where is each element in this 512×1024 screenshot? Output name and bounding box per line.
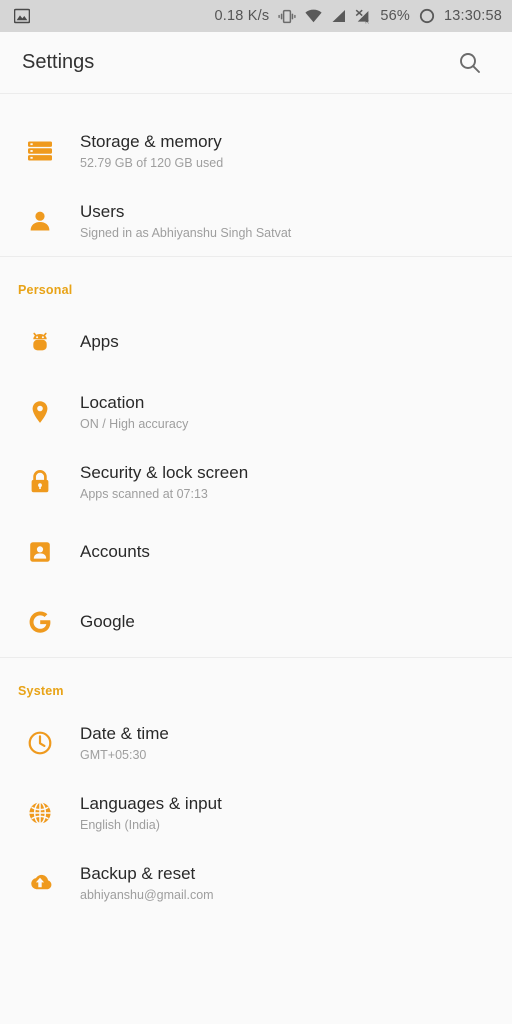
signal-bars-icon xyxy=(331,9,346,23)
settings-screen: 0.18 K/s R 56% 13:30:58 Settings Storage… xyxy=(0,0,512,1024)
signal-no-service-roaming-icon: R xyxy=(355,9,371,24)
android-apps-icon xyxy=(0,327,80,357)
list-item-subtitle: GMT+05:30 xyxy=(80,747,147,762)
list-item-date-time[interactable]: Date & time GMT+05:30 xyxy=(0,708,512,778)
vibrate-icon xyxy=(278,9,296,24)
list-item-text: Location ON / High accuracy xyxy=(80,392,188,432)
svg-text:R: R xyxy=(366,19,370,24)
location-pin-icon xyxy=(0,397,80,427)
settings-section: Storage & memory 52.79 GB of 120 GB used… xyxy=(0,94,512,256)
list-item-users[interactable]: Users Signed in as Abhiyanshu Singh Satv… xyxy=(0,186,512,256)
list-item-text: Users Signed in as Abhiyanshu Singh Satv… xyxy=(80,201,291,241)
list-item-text: Storage & memory 52.79 GB of 120 GB used xyxy=(80,131,223,171)
list-item-subtitle: abhiyanshu@gmail.com xyxy=(80,887,214,902)
list-item-title: Apps xyxy=(80,332,119,352)
list-item-title: Languages & input xyxy=(80,794,222,814)
list-item-title: Google xyxy=(80,612,135,632)
search-icon xyxy=(457,50,483,76)
cloud-upload-icon xyxy=(0,868,80,898)
list-item-accounts[interactable]: Accounts xyxy=(0,517,512,587)
google-g-icon xyxy=(0,607,80,637)
battery-circle-icon xyxy=(419,8,435,24)
list-item-title: Date & time xyxy=(80,724,169,744)
list-item-backup-reset[interactable]: Backup & reset abhiyanshu@gmail.com xyxy=(0,848,512,918)
accounts-icon xyxy=(0,537,80,567)
search-button[interactable] xyxy=(448,41,492,85)
app-bar: Settings xyxy=(0,32,512,94)
list-item-languages-input[interactable]: Languages & input English (India) xyxy=(0,778,512,848)
list-item-subtitle: Apps scanned at 07:13 xyxy=(80,486,208,501)
list-item-text: Languages & input English (India) xyxy=(80,793,222,833)
list-item-text: Apps xyxy=(80,331,119,352)
list-item-security-lock-screen[interactable]: Security & lock screen Apps scanned at 0… xyxy=(0,447,512,517)
status-bar-icons: 0.18 K/s R 56% 13:30:58 xyxy=(215,8,502,24)
network-speed: 0.18 K/s xyxy=(214,8,270,24)
list-item-text: Backup & reset abhiyanshu@gmail.com xyxy=(80,863,214,903)
page-title: Settings xyxy=(22,51,95,73)
list-item-subtitle: English (India) xyxy=(80,817,160,832)
list-item-location[interactable]: Location ON / High accuracy xyxy=(0,377,512,447)
clock-icon xyxy=(0,728,80,758)
list-item-title: Backup & reset xyxy=(80,864,196,884)
settings-section-system: System Date & time GMT+05:30 Languages &… xyxy=(0,658,512,918)
app-bar-actions xyxy=(448,41,492,85)
list-item-title: Location xyxy=(80,393,145,413)
list-item-title: Users xyxy=(80,202,125,222)
list-item-subtitle: Signed in as Abhiyanshu Singh Satvat xyxy=(80,225,292,240)
list-item-text: Security & lock screen Apps scanned at 0… xyxy=(80,462,248,502)
list-item-title: Security & lock screen xyxy=(80,463,249,483)
storage-icon xyxy=(0,136,80,166)
list-item-storage-memory[interactable]: Storage & memory 52.79 GB of 120 GB used xyxy=(0,116,512,186)
wifi-icon xyxy=(305,9,322,23)
globe-icon xyxy=(0,798,80,828)
settings-section-personal: Personal Apps Location ON / High accurac… xyxy=(0,257,512,657)
section-header-personal: Personal xyxy=(18,283,73,297)
list-item-text: Accounts xyxy=(80,541,150,562)
settings-list: Storage & memory 52.79 GB of 120 GB used… xyxy=(0,94,512,918)
list-item-title: Accounts xyxy=(80,542,150,562)
battery-percent: 56% xyxy=(380,8,410,24)
list-item-text: Date & time GMT+05:30 xyxy=(80,723,169,763)
list-item-subtitle: ON / High accuracy xyxy=(80,416,189,431)
lock-icon xyxy=(0,467,80,497)
list-item-text: Google xyxy=(80,611,135,632)
list-item-apps[interactable]: Apps xyxy=(0,307,512,377)
status-clock: 13:30:58 xyxy=(443,8,502,24)
list-item-subtitle: 52.79 GB of 120 GB used xyxy=(80,155,224,170)
list-item-title: Storage & memory xyxy=(80,132,222,152)
list-item-google[interactable]: Google xyxy=(0,587,512,657)
status-bar: 0.18 K/s R 56% 13:30:58 xyxy=(0,0,512,32)
section-header-system: System xyxy=(18,684,64,698)
user-icon xyxy=(0,206,80,236)
image-screenshot-icon xyxy=(14,8,30,24)
status-bar-notifications xyxy=(14,8,30,24)
